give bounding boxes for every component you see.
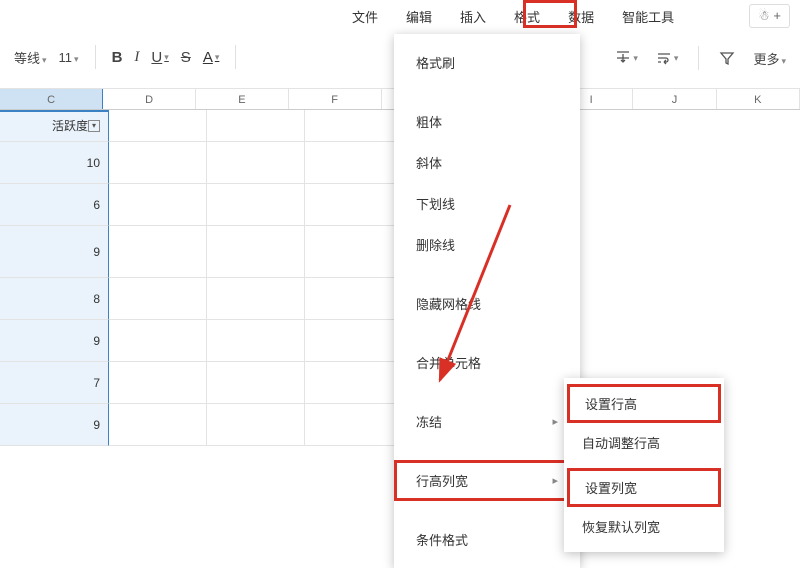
- col-header-d[interactable]: D: [103, 89, 196, 109]
- cell[interactable]: [305, 142, 403, 184]
- menu-insert[interactable]: 插入: [448, 1, 498, 32]
- submenu-reset-col-width[interactable]: 恢复默认列宽: [564, 507, 724, 546]
- chevron-right-icon: ▸: [552, 415, 558, 428]
- cell[interactable]: [207, 320, 305, 362]
- cell[interactable]: [305, 110, 403, 142]
- cell[interactable]: [207, 226, 305, 278]
- separator: [235, 45, 236, 69]
- menu-merge-cells[interactable]: 合并单元格: [394, 342, 580, 383]
- cell[interactable]: 8: [0, 278, 109, 320]
- col-header-c[interactable]: C: [0, 89, 103, 109]
- menu-bold[interactable]: 粗体: [394, 101, 580, 142]
- more-button[interactable]: 更多▾: [753, 49, 786, 68]
- separator: [95, 45, 96, 69]
- adduser-label: +: [773, 8, 781, 23]
- italic-button[interactable]: I: [134, 49, 139, 66]
- col-header-f[interactable]: F: [289, 89, 382, 109]
- cell[interactable]: 7: [0, 362, 109, 404]
- menu-tools[interactable]: 智能工具: [610, 1, 686, 32]
- cell[interactable]: 6: [0, 184, 109, 226]
- add-user-button[interactable]: ☃ +: [749, 4, 790, 28]
- cell[interactable]: [109, 362, 207, 404]
- underline-button[interactable]: U▾: [151, 49, 168, 66]
- font-color-button[interactable]: A▾: [203, 49, 220, 66]
- cell[interactable]: 10: [0, 142, 109, 184]
- filter-icon[interactable]: ▾: [88, 120, 100, 132]
- col-header-k[interactable]: K: [717, 89, 800, 109]
- valign-button[interactable]: ▾: [615, 50, 638, 66]
- menu-freeze[interactable]: 冻结▸: [394, 401, 580, 442]
- cell[interactable]: [207, 278, 305, 320]
- wrap-button[interactable]: ▾: [656, 50, 679, 66]
- cell[interactable]: 9: [0, 404, 109, 446]
- col-header-j[interactable]: J: [633, 89, 716, 109]
- format-dropdown: 格式刷 粗体 斜体 下划线 删除线 隐藏网格线 合并单元格 冻结▸ 行高列宽▸ …: [394, 34, 580, 568]
- bold-button[interactable]: B: [112, 49, 123, 66]
- menu-strike[interactable]: 删除线: [394, 224, 580, 265]
- col-c-label: 活跃度: [52, 117, 88, 134]
- cell[interactable]: [305, 226, 403, 278]
- submenu-set-row-height[interactable]: 设置行高: [567, 384, 721, 423]
- font-name-select[interactable]: 等线▾: [14, 48, 47, 67]
- submenu-auto-row-height[interactable]: 自动调整行高: [564, 423, 724, 462]
- cell[interactable]: [207, 142, 305, 184]
- font-size-select[interactable]: 11▾: [59, 50, 79, 65]
- menubar-right: ☃ +: [749, 4, 790, 28]
- cell[interactable]: [305, 184, 403, 226]
- cell[interactable]: [109, 142, 207, 184]
- cell[interactable]: [109, 404, 207, 446]
- cell[interactable]: [109, 184, 207, 226]
- chevron-right-icon: ▸: [552, 474, 558, 487]
- person-icon: ☃: [758, 8, 770, 23]
- cell[interactable]: [305, 278, 403, 320]
- cell[interactable]: [109, 320, 207, 362]
- menu-format[interactable]: 格式: [502, 1, 552, 32]
- cell[interactable]: 9: [0, 226, 109, 278]
- cell[interactable]: [305, 404, 403, 446]
- cell[interactable]: [109, 278, 207, 320]
- row-col-submenu: 设置行高 自动调整行高 设置列宽 恢复默认列宽: [564, 378, 724, 552]
- cell[interactable]: [305, 320, 403, 362]
- col-header-e[interactable]: E: [196, 89, 289, 109]
- cell[interactable]: [207, 404, 305, 446]
- cell[interactable]: [109, 110, 207, 142]
- menu-format-painter[interactable]: 格式刷: [394, 42, 580, 83]
- submenu-set-col-width[interactable]: 设置列宽: [567, 468, 721, 507]
- cell[interactable]: [305, 362, 403, 404]
- menu-file[interactable]: 文件: [340, 1, 390, 32]
- filter-button[interactable]: [719, 50, 735, 66]
- strike-button[interactable]: S: [181, 49, 191, 66]
- menu-italic[interactable]: 斜体: [394, 142, 580, 183]
- menu-hide-gridlines[interactable]: 隐藏网格线: [394, 283, 580, 324]
- cell[interactable]: [207, 110, 305, 142]
- menu-data[interactable]: 数据: [556, 1, 606, 32]
- cell-c-header[interactable]: 活跃度 ▾: [0, 110, 109, 142]
- cell[interactable]: [109, 226, 207, 278]
- cell[interactable]: [207, 184, 305, 226]
- menu-underline[interactable]: 下划线: [394, 183, 580, 224]
- separator: [698, 46, 699, 70]
- menu-edit[interactable]: 编辑: [394, 1, 444, 32]
- menubar: 文件 编辑 插入 格式 数据 智能工具 ☃ +: [0, 0, 800, 32]
- cell[interactable]: [207, 362, 305, 404]
- cell[interactable]: 9: [0, 320, 109, 362]
- menu-conditional-format[interactable]: 条件格式: [394, 519, 580, 560]
- menu-row-col-size[interactable]: 行高列宽▸: [394, 460, 580, 501]
